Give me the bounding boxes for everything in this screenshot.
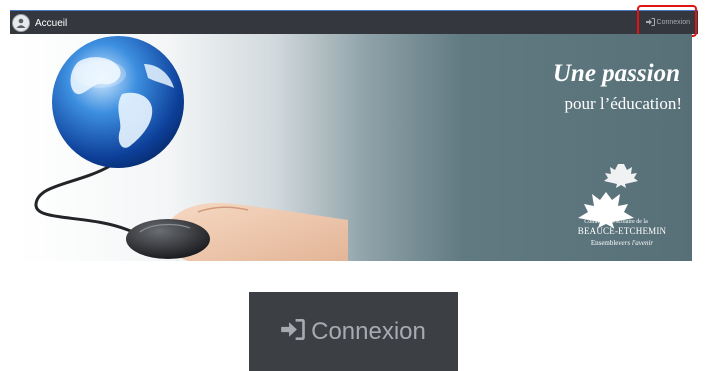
banner-slogan-line1: Une passion xyxy=(552,60,680,87)
screenshot-stage: Accueil Connexion Une passion pour l’édu… xyxy=(0,0,707,371)
tagline-main: Ensemble xyxy=(590,239,619,247)
banner-slogan-line2: pour l’éducation! xyxy=(564,94,682,113)
zoomed-login-label: Connexion xyxy=(311,317,426,345)
org-name: BEAUCE-ETCHEMIN xyxy=(577,226,667,236)
school-logo-icon xyxy=(12,14,30,32)
org-subtitle: Commission scolaire de la xyxy=(584,219,648,225)
zoomed-login-button[interactable]: Connexion xyxy=(249,292,458,371)
brand-link[interactable]: Accueil xyxy=(12,13,67,33)
sign-in-icon xyxy=(281,318,305,345)
login-highlight-box xyxy=(637,5,697,37)
tagline-italic: vers l'avenir xyxy=(618,239,654,247)
org-tagline: Ensemblevers l'avenir xyxy=(562,239,682,247)
computer-mouse-icon xyxy=(126,219,210,259)
hero-banner: Une passion pour l’éducation! Commission… xyxy=(18,34,692,261)
globe-icon xyxy=(52,36,184,168)
top-navbar: Accueil Connexion xyxy=(10,10,698,34)
brand-label: Accueil xyxy=(35,17,68,29)
